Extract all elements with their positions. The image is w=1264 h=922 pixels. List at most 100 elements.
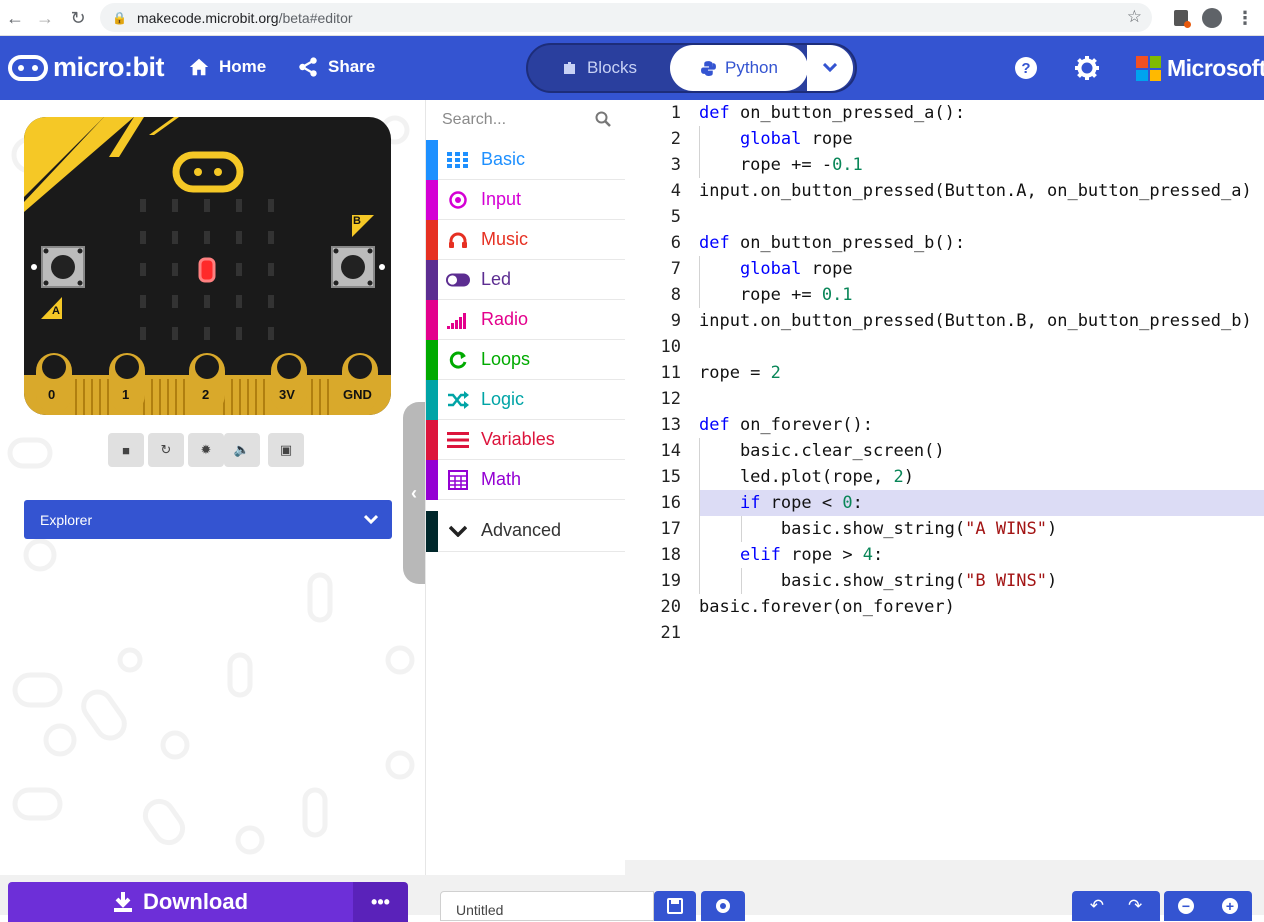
- line-number: 1: [670, 103, 681, 123]
- profile-icon[interactable]: [1202, 8, 1222, 28]
- category-variables[interactable]: Variables: [426, 420, 625, 460]
- mute-speaker-icon[interactable]: 🔈: [224, 433, 260, 467]
- save-button[interactable]: [654, 891, 696, 921]
- code-line[interactable]: 3 rope += -0.1: [625, 152, 1264, 178]
- download-label: Download: [142, 889, 249, 914]
- settings-gear-icon[interactable]: [1075, 56, 1099, 80]
- extension-icon[interactable]: [1174, 10, 1191, 28]
- code-line[interactable]: 19 basic.show_string("B WINS"): [625, 568, 1264, 594]
- code-line[interactable]: 18 elif rope > 4:: [625, 542, 1264, 568]
- code-line[interactable]: 21: [625, 620, 1264, 646]
- line-number: 9: [670, 311, 681, 331]
- category-loops[interactable]: Loops: [426, 340, 625, 380]
- code-line[interactable]: 16 if rope < 0:: [661, 490, 1264, 516]
- zoom-out-icon[interactable]: −: [1178, 898, 1194, 914]
- code-line[interactable]: 13 def on_forever():: [625, 412, 1264, 438]
- code-line[interactable]: 8 rope += 0.1: [625, 282, 1264, 308]
- redo-icon[interactable]: ↷: [1128, 896, 1142, 916]
- explorer-panel[interactable]: Explorer: [24, 500, 392, 539]
- reload-icon[interactable]: ↻: [63, 3, 93, 33]
- language-dropdown[interactable]: [807, 45, 853, 91]
- back-icon[interactable]: ←: [0, 3, 30, 33]
- indent-guide: [740, 516, 742, 542]
- svg-text:?: ?: [1021, 60, 1030, 77]
- category-label: Variables: [481, 429, 555, 449]
- code-line[interactable]: 11 rope = 2: [625, 360, 1264, 386]
- category-label: Basic: [481, 149, 526, 169]
- code-line[interactable]: 20 basic.forever(on_forever): [625, 594, 1264, 620]
- code-line[interactable]: 2 global rope: [625, 126, 1264, 152]
- code-line[interactable]: 17 basic.show_string("A WINS"): [625, 516, 1264, 542]
- address-bar[interactable]: 🔒 makecode.microbit.org/beta#editor ☆: [100, 3, 1152, 32]
- undo-icon[interactable]: ↶: [1090, 896, 1104, 916]
- category-led[interactable]: Led: [426, 260, 625, 300]
- code-line[interactable]: 12: [625, 386, 1264, 412]
- line-number: 17: [660, 519, 681, 539]
- line-number: 2: [670, 129, 681, 149]
- github-button[interactable]: [701, 891, 745, 921]
- code-line[interactable]: 1 def on_button_pressed_a():: [625, 100, 1264, 126]
- project-name-input[interactable]: Untitled: [440, 891, 654, 921]
- code-line[interactable]: 15 led.plot(rope, 2): [625, 464, 1264, 490]
- github-icon: [716, 899, 730, 913]
- code-line[interactable]: 7 global rope: [625, 256, 1264, 282]
- category-math[interactable]: Math: [426, 460, 625, 500]
- blocks-tab[interactable]: Blocks: [528, 45, 671, 91]
- code-line[interactable]: 5: [625, 204, 1264, 230]
- code-line[interactable]: 4 input.on_button_pressed(Button.A, on_bu…: [625, 178, 1264, 204]
- chevron-down-icon: [823, 63, 837, 73]
- url-host: makecode.microbit.org: [136, 9, 279, 26]
- button-b[interactable]: [332, 247, 374, 287]
- button-a-label: A: [52, 305, 60, 317]
- grid-icon: [446, 149, 470, 171]
- bottom-bar: Download ••• Untitled ↶ ↷ − +: [0, 875, 1264, 922]
- url-path: /beta#editor: [278, 9, 353, 26]
- microsoft-label: Microsoft: [1167, 55, 1264, 81]
- category-input[interactable]: Input: [426, 180, 625, 220]
- category-label: Radio: [481, 309, 529, 329]
- category-advanced[interactable]: Advanced: [426, 511, 625, 552]
- pin-0-label[interactable]: 0: [48, 387, 55, 402]
- simulator-panel: 0 1 2 3V GND A B ■ ↻ ✹ 🔈 ▣ Explorer: [0, 100, 425, 875]
- home-button[interactable]: Home: [188, 56, 266, 78]
- zoom-in-icon[interactable]: +: [1222, 898, 1238, 914]
- code-line[interactable]: 9 input.on_button_pressed(Button.B, on_bu…: [625, 308, 1264, 334]
- code-editor[interactable]: 1 def on_button_pressed_a(): 2 global rope…: [625, 100, 1264, 875]
- help-icon[interactable]: ?: [1014, 56, 1038, 80]
- code-line[interactable]: 10: [625, 334, 1264, 360]
- chevron-left-icon: ‹: [411, 482, 417, 503]
- pin-1-label[interactable]: 1: [122, 387, 129, 402]
- code-line[interactable]: 6 def on_button_pressed_b():: [625, 230, 1264, 256]
- code-line[interactable]: 14 basic.clear_screen(): [625, 438, 1264, 464]
- indent-guide: [699, 256, 700, 308]
- download-more-button[interactable]: •••: [353, 882, 408, 922]
- chrome-menu-icon[interactable]: ⋮: [1236, 8, 1254, 29]
- code-area[interactable]: 1 def on_button_pressed_a(): 2 global rope…: [625, 100, 1264, 860]
- stop-icon[interactable]: ■: [108, 433, 144, 467]
- code-text: def on_button_pressed_b():: [699, 233, 966, 253]
- code-text: rope += -0.1: [699, 155, 863, 175]
- pin-2-label[interactable]: 2: [202, 387, 209, 402]
- collapse-simulator-button[interactable]: ‹: [403, 402, 425, 584]
- button-a[interactable]: [42, 247, 84, 287]
- restart-icon[interactable]: ↻: [148, 433, 184, 467]
- download-button[interactable]: Download: [8, 882, 353, 922]
- share-button[interactable]: Share: [297, 56, 375, 78]
- python-tab[interactable]: Python: [670, 45, 808, 91]
- bookmark-star-icon[interactable]: ☆: [1127, 7, 1142, 27]
- category-logic[interactable]: Logic: [426, 380, 625, 420]
- microsoft-logo[interactable]: Microsoft: [1136, 55, 1264, 82]
- debug-bug-icon[interactable]: ✹: [188, 433, 224, 467]
- line-number: 15: [660, 467, 681, 487]
- forward-icon[interactable]: →: [30, 3, 60, 33]
- toolbox-search[interactable]: Search...: [426, 100, 625, 140]
- category-music[interactable]: Music: [426, 220, 625, 260]
- category-radio[interactable]: Radio: [426, 300, 625, 340]
- search-placeholder: Search...: [442, 111, 507, 128]
- puzzle-icon: [563, 62, 575, 74]
- microbit-logo[interactable]: micro:bit: [8, 52, 165, 83]
- category-basic[interactable]: Basic: [426, 140, 625, 180]
- signal-bars-icon: [446, 309, 470, 331]
- category-label: Music: [481, 229, 529, 249]
- fullscreen-icon[interactable]: ▣: [268, 433, 304, 467]
